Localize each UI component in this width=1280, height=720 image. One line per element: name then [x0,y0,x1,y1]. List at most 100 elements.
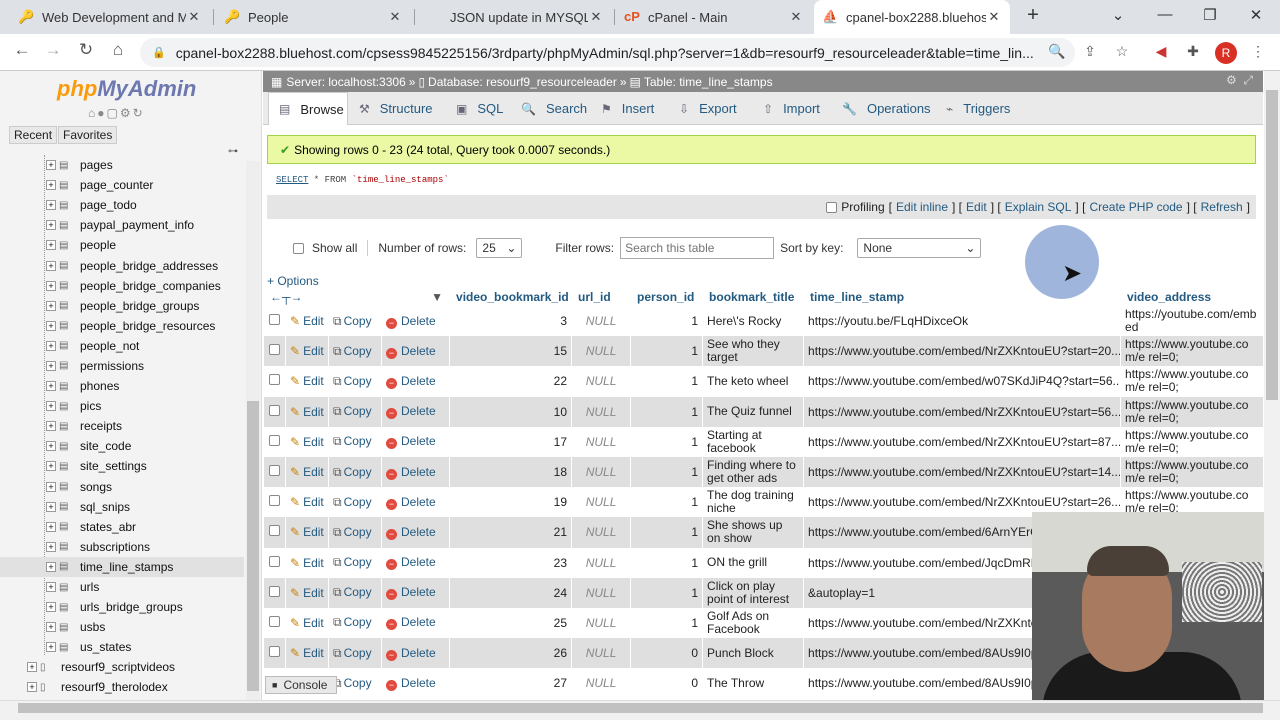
cell-video-bookmark-id[interactable]: 22 [449,366,572,397]
sidebar-table-item[interactable]: + ▤ people_bridge_resources [0,316,244,336]
sidebar-table-item[interactable]: + ▤ receipts [0,416,244,436]
minimize-icon[interactable]: — [1155,6,1175,23]
cell-url-id[interactable]: NULL [571,426,631,457]
nav-icons[interactable]: ⌂●▢⚙↻ [88,106,145,120]
expand-icon[interactable]: + [46,401,56,412]
back-icon[interactable]: ← [10,40,34,60]
expand-icon[interactable]: + [27,682,37,693]
column-header-bookmark-title[interactable]: bookmark_title [702,288,804,306]
edit-action[interactable]: ✎Edit [285,547,329,578]
row-checkbox[interactable] [269,314,280,326]
cell-bookmark-title[interactable]: Finding where to get other ads [702,456,804,488]
edit-link[interactable]: Edit [966,200,987,214]
row-checkbox[interactable] [269,525,280,537]
expand-icon[interactable]: + [46,642,56,653]
close-icon[interactable]: ✕ [986,9,1002,25]
sql-query[interactable]: SELECT * FROM `time_line_stamps` [276,175,449,185]
close-icon[interactable]: ✕ [788,9,804,25]
copy-action[interactable]: ⧉ Copy [328,638,382,669]
share-icon[interactable]: ⇪ [1080,43,1100,60]
row-checkbox[interactable] [269,344,280,356]
cell-url-id[interactable]: NULL [571,638,631,669]
expand-icon[interactable]: + [46,622,56,633]
sidebar-table-item[interactable]: + ▤ urls_bridge_groups [0,597,244,617]
delete-action[interactable]: − Delete [380,547,450,578]
sidebar-table-item[interactable]: + ▤ subscriptions [0,537,244,557]
copy-action[interactable]: ⧉ Copy [328,577,382,608]
expand-icon[interactable]: + [46,180,56,191]
tab-browse[interactable]: ▤ Browse [268,92,348,125]
sidebar-table-item[interactable]: + ▤ sql_snips [0,497,244,517]
expand-icon[interactable]: + [46,421,56,432]
sidebar-table-item[interactable]: + ▤ us_states [0,637,244,657]
settings-icon[interactable]: ⚙ ⤢ [1226,73,1253,88]
cell-time-line-stamp[interactable]: https://www.youtube.com/embed/NrZXKntouE… [803,426,1121,457]
row-checkbox[interactable] [269,646,280,658]
breadcrumb-database[interactable]: Database: resourf9_resourceleader [428,75,617,89]
page-scroll-thumb[interactable] [1266,90,1278,400]
cell-video-bookmark-id[interactable]: 17 [449,426,572,457]
explain-sql-link[interactable]: Explain SQL [1005,200,1072,214]
cell-bookmark-title[interactable]: Punch Block [702,638,804,669]
column-header-person-id[interactable]: person_id [630,288,703,306]
sidebar-database-item[interactable]: + ▯ resourf9_therolodex [0,677,244,697]
expand-icon[interactable]: + [46,300,56,311]
copy-action[interactable]: ⧉ Copy [328,366,382,397]
cell-video-bookmark-id[interactable]: 25 [449,607,572,639]
cell-time-line-stamp[interactable]: https://youtu.be/FLqHDixceOk [803,306,1121,337]
delete-action[interactable]: − Delete [380,426,450,457]
profile-avatar[interactable]: R [1215,42,1237,64]
cell-url-id[interactable]: NULL [571,668,631,699]
cell-video-bookmark-id[interactable]: 24 [449,577,572,608]
cell-video-address[interactable]: https://www.youtube.com/e rel=0; [1120,366,1263,397]
expand-icon[interactable]: + [46,200,56,211]
cell-bookmark-title[interactable]: Golf Ads on Facebook [702,607,804,639]
cell-person-id[interactable]: 1 [630,547,703,578]
recent-button[interactable]: Recent [9,126,58,144]
expand-icon[interactable]: + [46,602,56,613]
cell-time-line-stamp[interactable]: https://www.youtube.com/embed/NrZXKntouE… [803,456,1121,488]
edit-action[interactable]: ✎Edit [285,638,329,669]
cell-url-id[interactable]: NULL [571,517,631,548]
cell-video-address[interactable]: https://www.youtube.com/e rel=0; [1120,396,1263,427]
browser-tab[interactable]: cP cPanel - Main ✕ [616,0,812,34]
cell-bookmark-title[interactable]: The dog training niche [702,487,804,518]
cell-bookmark-title[interactable]: The Throw [702,668,804,699]
expand-icon[interactable]: + [46,240,56,251]
cell-url-id[interactable]: NULL [571,577,631,608]
cell-person-id[interactable]: 1 [630,577,703,608]
tab-import[interactable]: ⇧ Import [753,92,831,125]
cell-url-id[interactable]: NULL [571,607,631,639]
expand-icon[interactable]: + [46,220,56,231]
cell-person-id[interactable]: 0 [630,668,703,699]
expand-icon[interactable]: + [46,360,56,371]
column-header-video-address[interactable]: video_address [1120,288,1263,306]
cell-person-id[interactable]: 1 [630,306,703,337]
tab-search[interactable]: 🔍 Search [511,92,590,125]
close-icon[interactable]: ✕ [387,9,403,25]
cell-bookmark-title[interactable]: The Quiz funnel [702,396,804,427]
profiling-checkbox[interactable] [826,201,838,213]
reload-icon[interactable]: ↻ [74,40,98,60]
edit-action[interactable]: ✎Edit [285,306,329,337]
tab-insert[interactable]: ⚑ Insert [591,92,668,125]
logout-icon[interactable]: ● [97,106,106,120]
delete-action[interactable]: − Delete [380,396,450,427]
edit-action[interactable]: ✎Edit [285,396,329,427]
expand-icon[interactable]: + [46,582,56,593]
copy-action[interactable]: ⧉ Copy [328,306,382,337]
delete-action[interactable]: − Delete [380,517,450,548]
url-bar[interactable]: 🔒 cpanel-box2288.bluehost.com/cpsess9845… [140,38,1075,67]
show-all-checkbox[interactable] [293,242,304,254]
cell-time-line-stamp[interactable]: https://www.youtube.com/embed/w07SKdJiP4… [803,366,1121,397]
delete-action[interactable]: − Delete [380,306,450,337]
sidebar-table-item[interactable]: + ▤ phones [0,376,244,396]
delete-action[interactable]: − Delete [380,366,450,397]
edit-action[interactable]: ✎Edit [285,336,329,367]
cell-video-address[interactable]: https://www.youtube.com/e rel=0; [1120,456,1263,488]
menu-icon[interactable]: ⋮ [1248,43,1268,60]
cell-person-id[interactable]: 1 [630,426,703,457]
sql-keyword[interactable]: SELECT [276,175,308,185]
delete-action[interactable]: − Delete [380,336,450,367]
edit-inline-link[interactable]: Edit inline [896,200,948,214]
